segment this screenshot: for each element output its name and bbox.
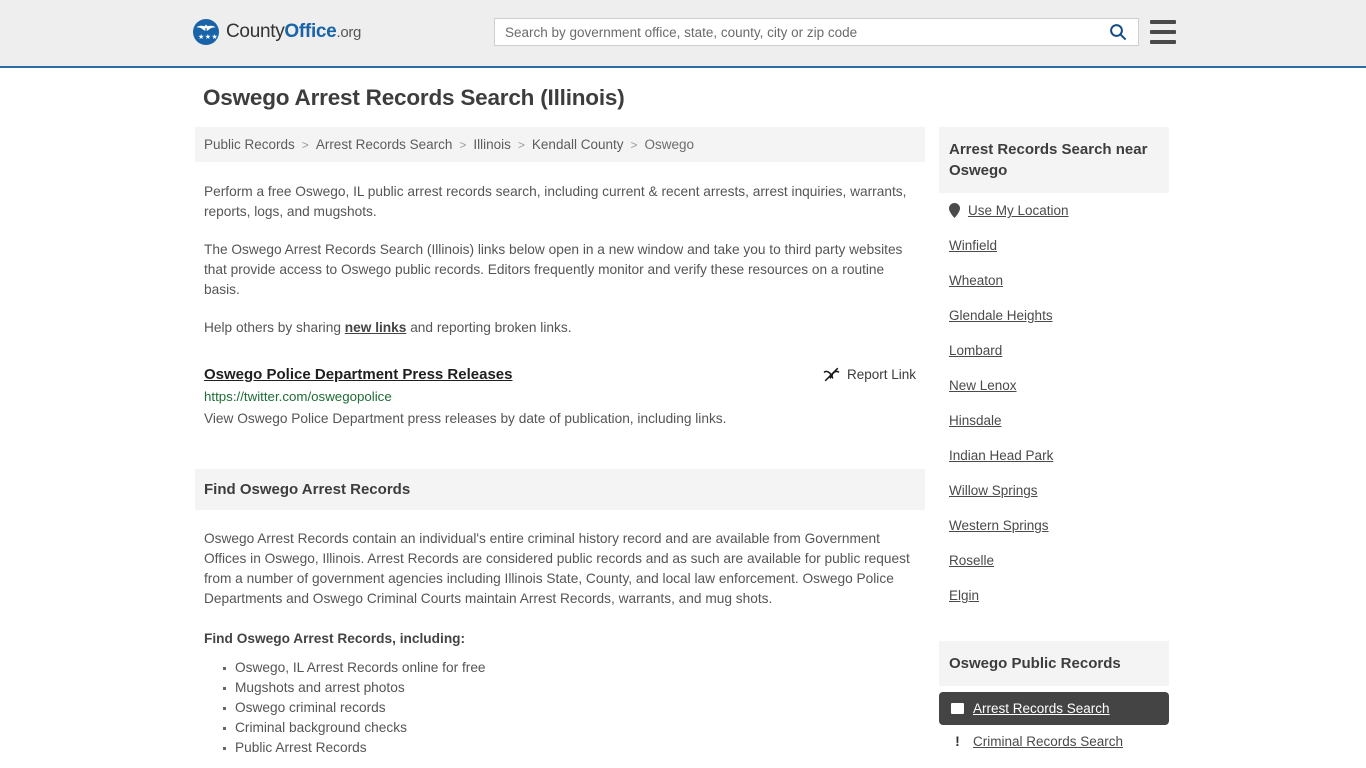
brand-part-1: County: [226, 21, 285, 42]
city-link[interactable]: Hinsdale: [949, 413, 1002, 428]
intro-text: Perform a free Oswego, IL public arrest …: [195, 182, 925, 338]
result-item: Oswego Police Department Press Releases …: [195, 365, 925, 429]
city-link[interactable]: Glendale Heights: [949, 308, 1053, 323]
eagle-glyph: [196, 24, 216, 31]
sidebar-item-lombard[interactable]: Lombard: [939, 333, 1169, 368]
sidebar-item-elgin[interactable]: Elgin: [939, 578, 1169, 613]
find-records-list-lead: Find Oswego Arrest Records, including:: [204, 631, 466, 646]
intro-p3-after: and reporting broken links.: [406, 320, 572, 335]
intro-paragraph-1: Perform a free Oswego, IL public arrest …: [204, 184, 907, 219]
hamburger-menu-icon[interactable]: [1150, 20, 1176, 44]
city-link[interactable]: Lombard: [949, 343, 1002, 358]
search-button[interactable]: [1098, 19, 1138, 45]
report-link-label: Report Link: [846, 367, 916, 382]
breadcrumb-separator: >: [630, 137, 638, 152]
breadcrumb-separator: >: [517, 137, 525, 152]
map-pin-icon: [949, 203, 960, 218]
main-content: Public Records > Arrest Records Search >…: [195, 127, 925, 758]
id-card-icon: [951, 703, 964, 714]
sidebar-item-roselle[interactable]: Roselle: [939, 543, 1169, 578]
sidebar-item-glendale-heights[interactable]: Glendale Heights: [939, 298, 1169, 333]
criminal-records-search-link[interactable]: Criminal Records Search: [973, 734, 1123, 749]
breadcrumb-item-public-records[interactable]: Public Records: [204, 137, 295, 152]
public-records-heading: Oswego Public Records: [939, 641, 1169, 686]
page-body: Oswego Arrest Records Search (Illinois) …: [0, 68, 1366, 755]
find-records-body: Oswego Arrest Records contain an individ…: [195, 529, 925, 758]
find-records-paragraph: Oswego Arrest Records contain an individ…: [204, 531, 910, 606]
brand-part-2: Office: [284, 21, 337, 42]
list-item: Public Arrest Records: [223, 738, 916, 758]
menu-bar-3: [1150, 40, 1176, 44]
arrest-records-search-link[interactable]: Arrest Records Search: [973, 701, 1110, 716]
intro-p3-before: Help others by sharing: [204, 320, 345, 335]
page-title: Oswego Arrest Records Search (Illinois): [203, 85, 625, 110]
result-title-link[interactable]: Oswego Police Department Press Releases: [204, 365, 512, 385]
city-link[interactable]: Indian Head Park: [949, 448, 1053, 463]
city-link[interactable]: Western Springs: [949, 518, 1049, 533]
breadcrumb-separator: >: [459, 137, 467, 152]
sidebar-item-western-springs[interactable]: Western Springs: [939, 508, 1169, 543]
sidebar: Arrest Records Search near Oswego Use My…: [939, 127, 1169, 758]
list-item: Criminal background checks: [223, 718, 916, 738]
sidebar-item-hinsdale[interactable]: Hinsdale: [939, 403, 1169, 438]
breadcrumb-separator: >: [301, 137, 309, 152]
use-my-location-item[interactable]: Use My Location: [939, 193, 1169, 228]
search-icon: [1110, 24, 1127, 41]
search-input[interactable]: [495, 19, 1098, 45]
list-item: Oswego, IL Arrest Records online for fre…: [223, 658, 916, 678]
sidebar-item-indian-head-park[interactable]: Indian Head Park: [939, 438, 1169, 473]
use-my-location-link[interactable]: Use My Location: [968, 203, 1069, 218]
menu-bar-2: [1150, 30, 1176, 34]
menu-bar-1: [1150, 20, 1176, 24]
city-link[interactable]: Willow Springs: [949, 483, 1038, 498]
breadcrumb-item-illinois[interactable]: Illinois: [473, 137, 511, 152]
city-link[interactable]: Wheaton: [949, 273, 1003, 288]
list-item: Oswego criminal records: [223, 698, 916, 718]
brand-wordmark: CountyOffice.org: [226, 21, 361, 43]
report-link-button[interactable]: Report Link: [823, 365, 916, 383]
sidebar-item-arrest-records-search[interactable]: Arrest Records Search: [939, 692, 1169, 725]
new-links-link[interactable]: new links: [345, 320, 407, 335]
nearby-search-heading: Arrest Records Search near Oswego: [939, 127, 1169, 193]
sidebar-item-winfield[interactable]: Winfield: [939, 228, 1169, 263]
sidebar-item-criminal-records-search[interactable]: ! Criminal Records Search: [939, 725, 1169, 758]
intro-paragraph-2: The Oswego Arrest Records Search (Illino…: [204, 242, 903, 297]
find-records-list: Oswego, IL Arrest Records online for fre…: [204, 658, 916, 758]
find-records-panel: Find Oswego Arrest Records Oswego Arrest…: [195, 469, 925, 758]
site-logo[interactable]: ★★★ CountyOffice.org: [193, 19, 361, 45]
breadcrumb-item-arrest-records-search[interactable]: Arrest Records Search: [316, 137, 453, 152]
sidebar-item-wheaton[interactable]: Wheaton: [939, 263, 1169, 298]
eagle-seal-icon: ★★★: [193, 19, 219, 45]
search-bar: [494, 18, 1139, 46]
list-item: Mugshots and arrest photos: [223, 678, 916, 698]
city-link[interactable]: Winfield: [949, 238, 997, 253]
find-records-heading: Find Oswego Arrest Records: [195, 469, 925, 510]
sidebar-item-new-lenox[interactable]: New Lenox: [939, 368, 1169, 403]
nearby-cities-list: Use My Location Winfield Wheaton Glendal…: [939, 193, 1169, 613]
broken-link-icon: [823, 367, 840, 382]
breadcrumb-item-oswego: Oswego: [644, 137, 695, 152]
public-records-list: Arrest Records Search ! Criminal Records…: [939, 692, 1169, 758]
result-header-row: Oswego Police Department Press Releases …: [204, 365, 916, 385]
breadcrumb-item-kendall-county[interactable]: Kendall County: [532, 137, 624, 152]
sidebar-item-willow-springs[interactable]: Willow Springs: [939, 473, 1169, 508]
city-link[interactable]: Elgin: [949, 588, 979, 603]
result-url-link[interactable]: https://twitter.com/oswegopolice: [204, 389, 916, 404]
city-link[interactable]: New Lenox: [949, 378, 1017, 393]
city-link[interactable]: Roselle: [949, 553, 994, 568]
brand-part-3: .org: [336, 24, 362, 41]
site-header: ★★★ CountyOffice.org: [0, 0, 1366, 68]
exclamation-icon: !: [955, 733, 960, 749]
breadcrumb: Public Records > Arrest Records Search >…: [195, 127, 925, 162]
three-stars-glyph: ★★★: [198, 34, 219, 41]
result-description: View Oswego Police Department press rele…: [204, 411, 727, 426]
intro-paragraph-3: Help others by sharing new links and rep…: [204, 318, 916, 338]
